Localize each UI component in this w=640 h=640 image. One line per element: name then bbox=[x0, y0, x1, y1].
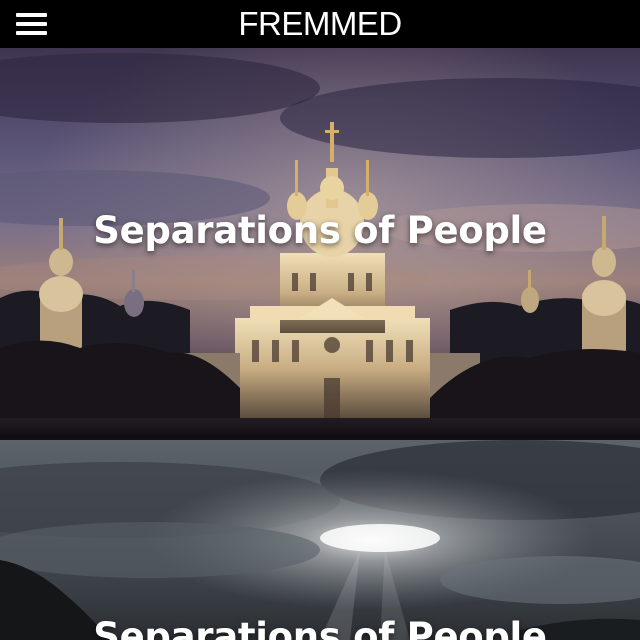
card-title: Separations of People bbox=[93, 615, 547, 640]
article-card-1[interactable]: Separations of People bbox=[0, 48, 640, 438]
card-title: Separations of People bbox=[93, 209, 547, 252]
cloudy-sky-photo bbox=[0, 440, 640, 640]
article-card-2[interactable]: Separations of People bbox=[0, 440, 640, 640]
top-app-bar: FREMMED bbox=[0, 0, 640, 48]
app-title: FREMMED bbox=[238, 5, 402, 42]
